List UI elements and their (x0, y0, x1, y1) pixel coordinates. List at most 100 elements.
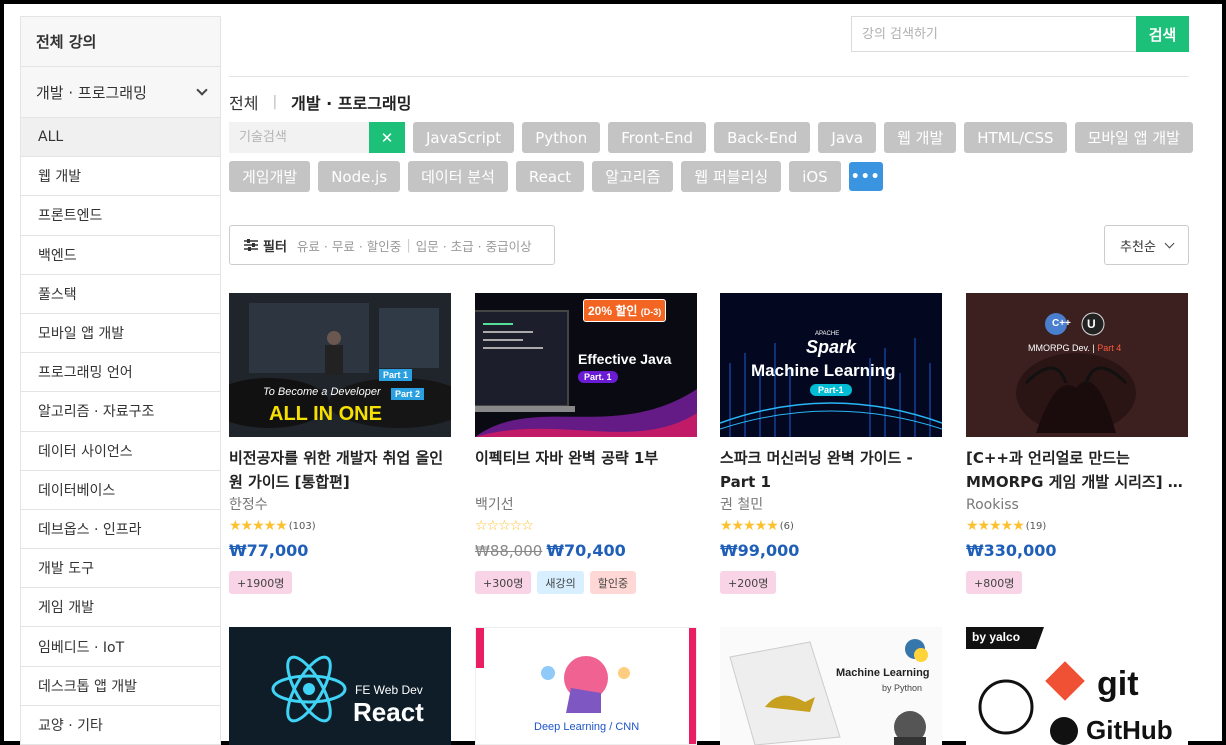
tag-html-css[interactable]: HTML/CSS (964, 122, 1067, 153)
thumb-part2: Part 2 (391, 388, 425, 400)
tag-nodejs[interactable]: Node.js (318, 161, 401, 192)
filter-price-group: 유료 · 무료 · 할인중 (296, 238, 402, 254)
tag-mobile-app[interactable]: 모바일 앱 개발 (1074, 122, 1193, 153)
sidebar-item-fullstack[interactable]: 풀스택 (21, 274, 220, 314)
sidebar-item-database[interactable]: 데이터베이스 (21, 470, 220, 510)
chevron-down-icon (1164, 238, 1175, 248)
tag-data-analysis[interactable]: 데이터 분석 (408, 161, 508, 192)
price: ₩330,000 (966, 541, 1057, 560)
tag-back-end[interactable]: Back-End (714, 122, 811, 153)
search-button[interactable]: 검색 (1136, 16, 1189, 52)
course-title[interactable]: 이펙티브 자바 완벽 공략 1부 (475, 446, 697, 494)
tag-front-end[interactable]: Front-End (608, 122, 707, 153)
course-card[interactable]: FE Web Dev React (229, 627, 451, 745)
sidebar-item-frontend[interactable]: 프론트엔드 (21, 196, 220, 236)
course-thumbnail[interactable]: FE Web Dev React (229, 627, 451, 745)
course-badges: +800명 (966, 571, 1188, 594)
close-icon[interactable]: ✕ (369, 122, 405, 153)
sidebar-item-languages[interactable]: 프로그래밍 언어 (21, 353, 220, 393)
on-sale-badge: 할인중 (589, 571, 637, 594)
thumb-title: Deep Learning / CNN (534, 721, 640, 733)
filter-intro: 입문 (415, 238, 439, 254)
sidebar-item-etc[interactable]: 교양 · 기타 (21, 705, 220, 745)
thumb-title: MMORPG Dev. | Part 4 (1028, 343, 1122, 353)
tag-search-input[interactable] (229, 122, 369, 153)
sidebar-item-all[interactable]: ALL (21, 118, 220, 158)
sidebar-item-embedded[interactable]: 임베디드 · IoT (21, 627, 220, 667)
sidebar-item-data-science[interactable]: 데이터 사이언스 (21, 431, 220, 471)
review-count: (19) (1025, 520, 1047, 532)
course-thumbnail[interactable]: Machine Learning by Python (720, 627, 942, 745)
course-card[interactable]: C++ U MMORPG Dev. | Part 4 [C++과 언리얼로 만드… (966, 293, 1188, 594)
more-tags-button[interactable]: ••• (848, 162, 883, 191)
sidebar-item-algorithms[interactable]: 알고리즘 · 자료구조 (21, 392, 220, 432)
course-rating: ★★★★★ (6) (720, 516, 942, 536)
course-thumbnail[interactable]: Deep Learning / CNN (475, 627, 697, 745)
sidebar-item-mobile[interactable]: 모바일 앱 개발 (21, 313, 220, 354)
tag-web-dev[interactable]: 웹 개발 (884, 122, 957, 153)
search-input[interactable] (851, 16, 1136, 52)
breadcrumb-all[interactable]: 전체 (229, 90, 258, 114)
course-thumbnail[interactable]: To Become a Developer ALL IN ONE Part 1 … (229, 293, 451, 437)
thumb-subtitle: To Become a Developer (263, 386, 381, 398)
thumb-git: git (1097, 665, 1139, 703)
breadcrumb: 전체 | 개발 · 프로그래밍 (229, 90, 411, 114)
course-card[interactable]: To Become a Developer ALL IN ONE Part 1 … (229, 293, 451, 594)
thumb-title-text: MMORPG Dev. (1028, 343, 1090, 353)
divider (229, 76, 1189, 77)
course-card[interactable]: APACHE Spark Machine Learning Part-1 스파크… (720, 293, 942, 594)
sidebar-item-backend[interactable]: 백엔드 (21, 235, 220, 275)
sidebar-item-desktop[interactable]: 데스크톱 앱 개발 (21, 666, 220, 706)
sidebar-category-dev[interactable]: 개발 · 프로그래밍 (21, 67, 220, 118)
skill-tags: ✕ JavaScript Python Front-End Back-End J… (229, 122, 1194, 192)
course-card[interactable]: 20% 할인 (D-3) Effective Java Part. 1 이펙티브… (475, 293, 697, 594)
course-thumbnail[interactable]: by yalco git GitHub (966, 627, 1188, 745)
course-title[interactable]: 스파크 머신러닝 완벽 가이드 - Part 1 (720, 446, 942, 494)
course-rating: ☆☆☆☆☆ (475, 516, 697, 536)
tag-react[interactable]: React (515, 161, 585, 192)
thumb-subtitle: FE Web Dev (355, 683, 423, 697)
star-rating-icon: ★★★★★ (720, 518, 779, 534)
tag-search: ✕ (229, 122, 405, 153)
original-price: ₩88,000 (475, 542, 543, 560)
sidebar-item-devops[interactable]: 데브옵스 · 인프라 (21, 509, 220, 550)
course-badges: +1900명 (229, 571, 451, 594)
tag-javascript[interactable]: JavaScript (413, 122, 515, 153)
sale-badge: 20% 할인 (D-3) (583, 299, 667, 322)
sale-dday: (D-3) (640, 307, 662, 317)
star-rating-icon: ★★★★★ (229, 518, 288, 534)
students-badge: +300명 (475, 571, 532, 594)
sidebar-item-web[interactable]: 웹 개발 (21, 157, 220, 197)
filter-button[interactable]: 필터 유료 · 무료 · 할인중 | 입문 · 초급 · 중급이상 (229, 225, 555, 265)
review-count: (103) (288, 520, 316, 532)
course-price: ₩88,000 ₩70,400 (475, 541, 697, 563)
sidebar-item-dev-tools[interactable]: 개발 도구 (21, 549, 220, 589)
sidebar-header-all-courses[interactable]: 전체 강의 (21, 17, 220, 67)
course-title[interactable]: 비전공자를 위한 개발자 취업 올인원 가이드 [통합편] (229, 446, 451, 494)
course-title[interactable]: [C++과 언리얼로 만드는 MMORPG 게임 개발 시리즈] … (966, 446, 1188, 494)
filter-level-group: 입문 · 초급 · 중급이상 (415, 238, 532, 254)
thumb-part1: Part 1 (379, 369, 413, 381)
thumb-title: Effective Java (578, 351, 672, 367)
course-card[interactable]: Machine Learning by Python (720, 627, 942, 745)
course-card[interactable]: Deep Learning / CNN (475, 627, 697, 745)
sidebar-item-game[interactable]: 게임 개발 (21, 588, 220, 628)
course-price: ₩77,000 (229, 541, 451, 563)
course-search: 검색 (851, 16, 1189, 52)
star-rating-icon: ★★★★★ (966, 518, 1025, 534)
course-card[interactable]: by yalco git GitHub (966, 627, 1188, 745)
tag-ios[interactable]: iOS (789, 161, 841, 192)
filter-paid: 유료 (296, 238, 320, 254)
chevron-down-icon (196, 84, 208, 96)
tag-algorithm[interactable]: 알고리즘 (592, 161, 674, 192)
filter-divider: | (406, 237, 411, 253)
tag-python[interactable]: Python (522, 122, 601, 153)
course-thumbnail[interactable]: APACHE Spark Machine Learning Part-1 (720, 293, 942, 437)
breadcrumb-separator: | (272, 94, 278, 110)
course-thumbnail[interactable]: 20% 할인 (D-3) Effective Java Part. 1 (475, 293, 697, 437)
tag-web-publishing[interactable]: 웹 퍼블리싱 (681, 161, 782, 192)
tag-game-dev[interactable]: 게임개발 (229, 161, 311, 192)
sort-dropdown[interactable]: 추천순 (1104, 225, 1189, 265)
tag-java[interactable]: Java (818, 122, 877, 153)
course-thumbnail[interactable]: C++ U MMORPG Dev. | Part 4 (966, 293, 1188, 437)
